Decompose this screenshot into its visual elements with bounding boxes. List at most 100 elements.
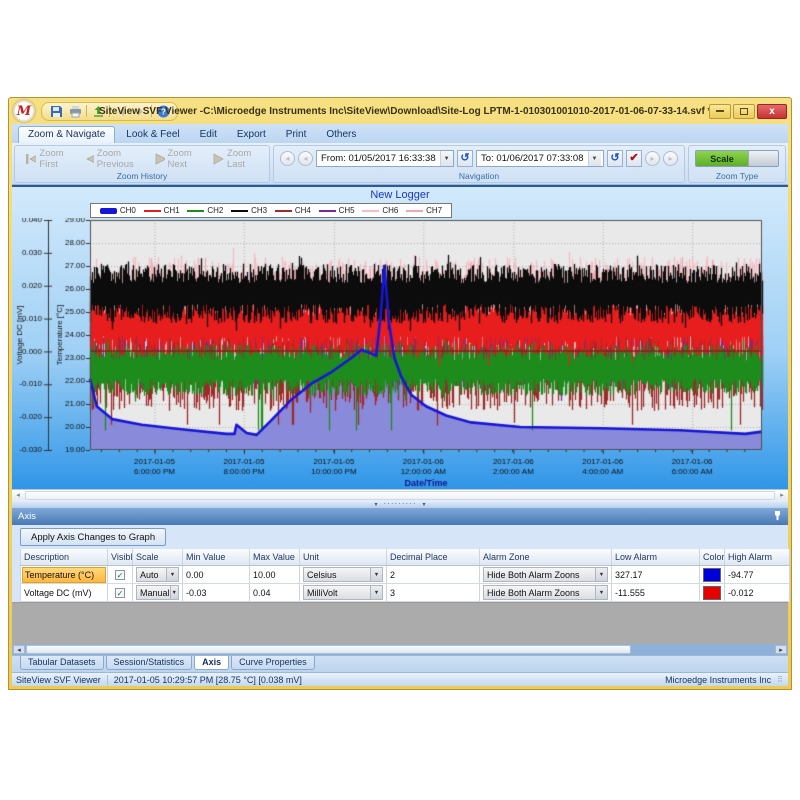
legend-item-ch2[interactable]: CH2 — [184, 206, 228, 215]
legend-item-ch7[interactable]: CH7 — [402, 206, 446, 215]
to-dropdown-icon[interactable]: ▼ — [588, 151, 601, 166]
scale-dropdown[interactable]: Manual▼ — [136, 585, 179, 600]
zoom-last-button[interactable]: Zoom Last — [209, 148, 263, 170]
cell-max-value[interactable]: 0.04 — [250, 584, 300, 601]
column-header-visible[interactable]: Visible — [108, 549, 133, 565]
dropdown-arrow-icon[interactable]: ▼ — [166, 568, 178, 581]
column-header-unit[interactable]: Unit — [300, 549, 387, 565]
legend-item-ch4[interactable]: CH4 — [271, 206, 315, 215]
help-icon[interactable]: ? — [155, 104, 171, 119]
cell-decimal-place[interactable]: 3 — [387, 584, 480, 601]
chart-hscroll-left-icon[interactable]: ◂ — [12, 490, 24, 501]
visible-checkbox[interactable]: ✓ — [115, 570, 125, 580]
nav-next-button[interactable]: ▸ — [645, 151, 660, 166]
zoom-previous-button[interactable]: Zoom Previous — [80, 148, 147, 170]
channel-color-swatch[interactable] — [703, 586, 721, 600]
table-hscroll-thumb[interactable] — [26, 645, 631, 654]
column-header-high-alarm[interactable]: High Alarm — [725, 549, 790, 565]
title-bar[interactable]: SiteView SVF Viewer -C:\Microedge Instru… — [9, 98, 791, 124]
from-reset-button[interactable]: ↺ — [457, 150, 473, 167]
cell-visible[interactable]: ✓ — [108, 566, 133, 583]
column-header-scale[interactable]: Scale — [133, 549, 183, 565]
cell-scale[interactable]: Manual▼ — [133, 584, 183, 601]
apply-axis-changes-button[interactable]: Apply Axis Changes to Graph — [20, 528, 166, 546]
dropdown-arrow-icon[interactable]: ▼ — [370, 586, 382, 599]
legend-item-ch0[interactable]: CH0 — [96, 206, 140, 215]
to-reset-button[interactable]: ↺ — [607, 150, 623, 167]
tab-others[interactable]: Others — [317, 127, 365, 143]
cell-alarm-zone[interactable]: Hide Both Alarm Zoons▼ — [480, 584, 612, 601]
tab-axis[interactable]: Axis — [194, 656, 229, 670]
selected-description[interactable]: Temperature (°C) — [22, 567, 106, 583]
splitter-collapse-icon2[interactable]: ▾ — [422, 501, 425, 508]
axis-table-row-1[interactable]: Voltage DC (mV) ✓ Manual▼ -0.030.04MilliVol… — [20, 584, 790, 602]
column-header-low-alarm[interactable]: Low Alarm — [612, 549, 700, 565]
nav-last-button[interactable]: ▸ — [663, 151, 678, 166]
tab-print[interactable]: Print — [277, 127, 316, 143]
export-icon[interactable] — [90, 104, 106, 119]
unit-dropdown[interactable]: MilliVolt▼ — [303, 585, 383, 600]
dropdown-arrow-icon[interactable]: ▼ — [595, 586, 607, 599]
panel-splitter[interactable]: ▾ ········· ▾ — [12, 500, 788, 508]
nav-first-button[interactable]: ◂ — [280, 151, 295, 166]
legend-item-ch1[interactable]: CH1 — [140, 206, 184, 215]
table-hscrollbar[interactable]: ◂ ▸ — [12, 644, 788, 655]
scale-toggle-knob[interactable] — [748, 151, 778, 166]
axis-table-row-0[interactable]: Temperature (°C)✓Auto▼0.0010.00Celsius▼2… — [20, 566, 790, 584]
zoom-first-button[interactable]: Zoom First — [21, 148, 76, 170]
alarm-zone-dropdown[interactable]: Hide Both Alarm Zoons▼ — [483, 567, 608, 582]
cell-low-alarm[interactable]: 327.17 — [612, 566, 700, 583]
scale-dropdown[interactable]: Auto▼ — [136, 567, 179, 582]
tab-zoom-navigate[interactable]: Zoom & Navigate — [18, 126, 115, 143]
column-header-color[interactable]: Color — [700, 549, 725, 565]
chart-plot-canvas[interactable] — [12, 218, 788, 490]
back-icon[interactable] — [113, 104, 129, 119]
nav-previous-button[interactable]: ◂ — [298, 151, 313, 166]
column-header-decimal-place[interactable]: Decimal Place — [387, 549, 480, 565]
legend-item-ch3[interactable]: CH3 — [227, 206, 271, 215]
cell-min-value[interactable]: -0.03 — [183, 584, 250, 601]
dropdown-arrow-icon[interactable]: ▼ — [595, 568, 607, 581]
resize-grip[interactable]: ⠿ — [777, 675, 784, 684]
close-button[interactable]: x — [757, 104, 787, 119]
cell-scale[interactable]: Auto▼ — [133, 566, 183, 583]
column-header-max-value[interactable]: Max Value — [250, 549, 300, 565]
pin-icon[interactable] — [773, 510, 782, 524]
tab-export[interactable]: Export — [228, 127, 275, 143]
alarm-zone-dropdown[interactable]: Hide Both Alarm Zoons▼ — [483, 585, 608, 600]
cell-color-hex[interactable] — [700, 566, 725, 583]
channel-color-swatch[interactable] — [703, 568, 721, 582]
chart-hscroll-right-icon[interactable]: ▸ — [776, 490, 788, 501]
legend-item-ch6[interactable]: CH6 — [359, 206, 403, 215]
table-hscroll-left-icon[interactable]: ◂ — [13, 645, 25, 654]
maximize-button[interactable] — [733, 104, 755, 119]
cell-unit[interactable]: MilliVolt▼ — [300, 584, 387, 601]
column-header-description[interactable]: Description — [20, 549, 108, 565]
cell-unit[interactable]: Celsius▼ — [300, 566, 387, 583]
cell-color-hex[interactable] — [700, 584, 725, 601]
apply-range-button[interactable]: ✔ — [626, 150, 642, 167]
legend-item-ch5[interactable]: CH5 — [315, 206, 359, 215]
cell-description[interactable]: Voltage DC (mV) — [20, 584, 108, 601]
minimize-button[interactable] — [709, 104, 731, 119]
cell-low-alarm[interactable]: -11.555 — [612, 584, 700, 601]
scale-toggle[interactable]: Scale — [695, 150, 779, 167]
from-date-field[interactable]: From: 01/05/2017 16:33:38 ▼ — [316, 150, 454, 167]
dropdown-arrow-icon[interactable]: ▼ — [370, 568, 382, 581]
save-icon[interactable] — [48, 104, 64, 119]
cell-high-alarm[interactable]: -94.77 — [725, 566, 790, 583]
zoom-next-button[interactable]: Zoom Next — [151, 148, 205, 170]
cell-min-value[interactable]: 0.00 — [183, 566, 250, 583]
to-date-field[interactable]: To: 01/06/2017 07:33:08 ▼ — [476, 150, 604, 167]
print-icon[interactable] — [67, 104, 83, 119]
tab-look-feel[interactable]: Look & Feel — [117, 127, 188, 143]
cell-description[interactable]: Temperature (°C) — [20, 566, 108, 583]
tab-session-statistics[interactable]: Session/Statistics — [106, 656, 193, 670]
visible-checkbox[interactable]: ✓ — [115, 588, 125, 598]
table-hscroll-right-icon[interactable]: ▸ — [775, 645, 787, 654]
column-header-min-value[interactable]: Min Value — [183, 549, 250, 565]
cell-max-value[interactable]: 10.00 — [250, 566, 300, 583]
tab-curve-properties[interactable]: Curve Properties — [231, 656, 315, 670]
splitter-collapse-icon[interactable]: ▾ — [374, 501, 377, 508]
tab-edit[interactable]: Edit — [191, 127, 226, 143]
